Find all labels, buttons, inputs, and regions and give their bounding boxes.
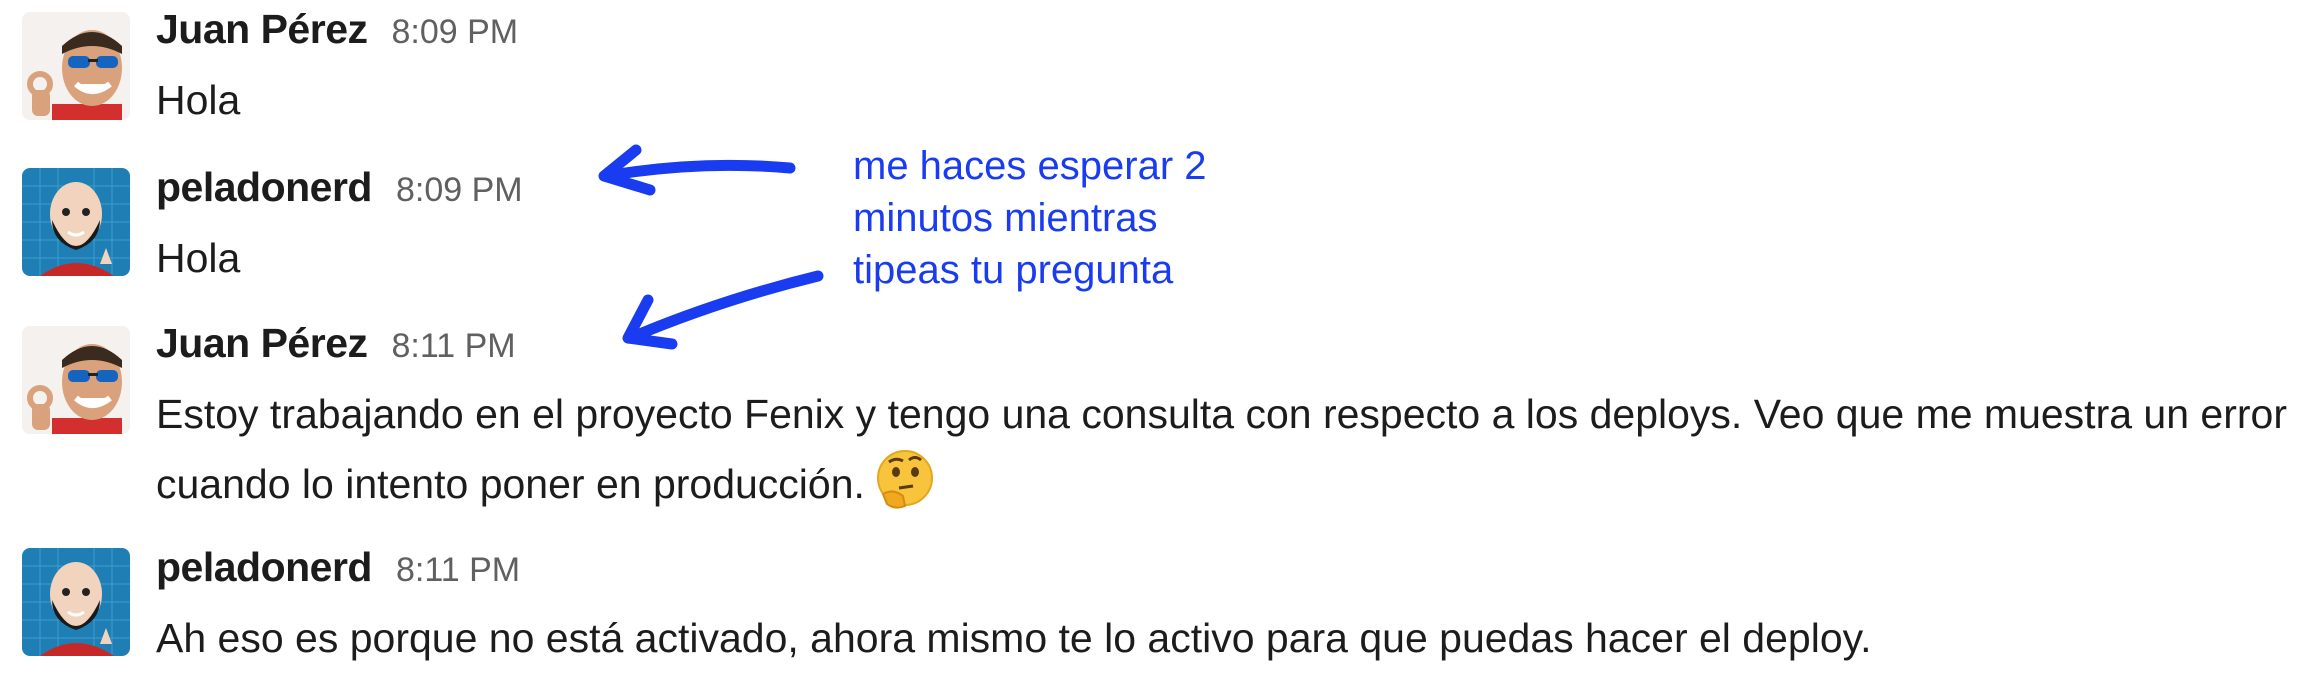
arrow-to-question	[624, 270, 824, 344]
annotation-arrows	[598, 144, 824, 350]
annotation-note: me haces esperar 2 minutos mientras tipe…	[853, 144, 1207, 292]
arrow-to-first-reply	[600, 159, 796, 182]
